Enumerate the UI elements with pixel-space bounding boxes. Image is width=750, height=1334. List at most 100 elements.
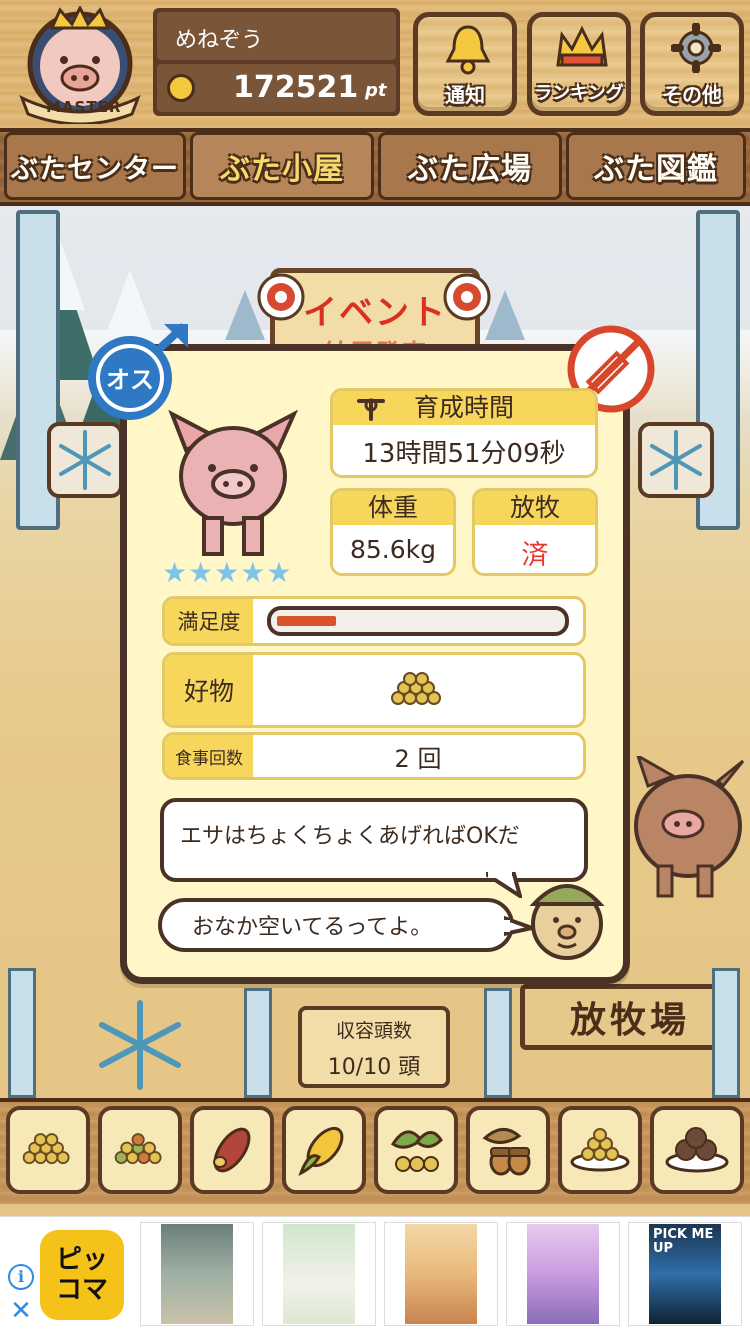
snowflake-gate-icon bbox=[99, 1000, 181, 1090]
male-badge: オス bbox=[86, 322, 196, 422]
food-slot-6[interactable] bbox=[466, 1106, 550, 1194]
favorite-food-label: 好物 bbox=[165, 655, 253, 725]
gender-label: オス bbox=[106, 366, 154, 394]
piccoma-logo[interactable]: ピッ コマ bbox=[40, 1230, 124, 1320]
raising-time-header: 育成時間 bbox=[333, 391, 595, 425]
food-slot-7[interactable] bbox=[558, 1106, 642, 1194]
ad-thumbnail[interactable] bbox=[506, 1222, 620, 1326]
manga-cover-2 bbox=[283, 1224, 355, 1324]
piccoma-logo-bottom: コマ bbox=[55, 1275, 108, 1305]
capacity-title: 収容頭数 bbox=[335, 1020, 412, 1042]
tab-buta-hut-label: ぶた小屋 bbox=[220, 152, 344, 187]
points-unit: pt bbox=[365, 80, 387, 101]
tab-buta-encyclopedia[interactable]: ぶた図鑑 bbox=[566, 132, 746, 200]
satisfaction-bar bbox=[253, 599, 583, 643]
username-field: めねぞう bbox=[157, 12, 396, 60]
rose-icon bbox=[443, 273, 491, 321]
info-icon[interactable]: i bbox=[8, 1264, 34, 1290]
grain-pile-icon bbox=[22, 1133, 70, 1165]
snowflake-ornament-left bbox=[47, 422, 123, 498]
food-slot-3[interactable] bbox=[190, 1106, 274, 1194]
satisfaction-bar-fill bbox=[277, 616, 336, 626]
favorite-food-row: 好物 bbox=[162, 652, 586, 728]
manga-cover-5: PICK ME UP bbox=[649, 1224, 721, 1324]
advice-text: エサはちょくちょくあげればOKだ bbox=[180, 824, 520, 849]
settings-button[interactable]: その他 bbox=[640, 12, 744, 116]
brown-pig-icon bbox=[634, 756, 745, 898]
raising-time-label: 育成時間 bbox=[413, 393, 514, 422]
satisfaction-label: 満足度 bbox=[165, 599, 253, 643]
settings-label: その他 bbox=[662, 83, 722, 107]
food-slot-5[interactable] bbox=[374, 1106, 458, 1194]
manga-cover-1 bbox=[161, 1224, 233, 1324]
grain-pile-icon bbox=[391, 672, 441, 705]
notification-button[interactable]: 通知 bbox=[413, 12, 517, 116]
weight-value: 85.6kg bbox=[349, 535, 436, 564]
ad-thumbnail[interactable] bbox=[384, 1222, 498, 1326]
points-field: 172521 pt bbox=[157, 64, 396, 112]
bell-icon bbox=[445, 25, 491, 75]
coin-icon bbox=[167, 74, 195, 102]
tab-buta-center[interactable]: ぶたセンター bbox=[4, 132, 186, 200]
bubble-tail bbox=[486, 872, 522, 898]
advice-bubble: エサはちょくちょくあげればOKだ bbox=[160, 798, 588, 882]
master-badge-label: MASTER bbox=[46, 98, 122, 116]
raising-time-value: 13時間51分09秒 bbox=[362, 439, 566, 469]
favorite-food-value bbox=[253, 655, 583, 725]
grazing-value: 済 bbox=[521, 540, 549, 571]
gear-icon bbox=[671, 23, 721, 73]
ranking-button[interactable]: ランキング bbox=[527, 12, 631, 116]
capacity-sign: 収容頭数 10/10 頭 bbox=[298, 1006, 450, 1088]
grazing-label: 放牧 bbox=[475, 491, 595, 525]
status-text: おなか空いてるってよ。 bbox=[192, 915, 433, 940]
ad-thumbnail[interactable]: PICK ME UP bbox=[628, 1222, 742, 1326]
meal-count-label: 食事回数 bbox=[165, 735, 253, 777]
food-slot-8[interactable] bbox=[650, 1106, 744, 1194]
satisfaction-bar-track bbox=[267, 606, 569, 636]
tab-buta-plaza[interactable]: ぶた広場 bbox=[378, 132, 562, 200]
master-badge[interactable]: MASTER bbox=[12, 4, 148, 126]
meal-count-value: 2 回 bbox=[394, 744, 442, 773]
crown-icon bbox=[556, 25, 608, 67]
ad-thumbnail[interactable] bbox=[262, 1222, 376, 1326]
raising-time-box: 育成時間 13時間51分09秒 bbox=[330, 388, 598, 478]
meatball-plate-icon bbox=[665, 1127, 729, 1173]
mixed-grain-icon bbox=[114, 1133, 162, 1165]
tab-buta-center-label: ぶたセンター bbox=[11, 153, 179, 185]
farmer-avatar-icon bbox=[529, 884, 605, 960]
rose-icon bbox=[257, 273, 305, 321]
pasture-sign[interactable]: 放牧場 bbox=[520, 984, 740, 1050]
user-info-panel: めねぞう 172521 pt bbox=[153, 8, 400, 116]
weight-box: 体重 85.6kg bbox=[330, 488, 456, 576]
weight-label: 体重 bbox=[333, 491, 453, 525]
tab-buta-encyclopedia-label: ぶた図鑑 bbox=[594, 152, 718, 187]
manga-cover-3 bbox=[405, 1224, 477, 1324]
pasture-sign-label: 放牧場 bbox=[569, 1000, 690, 1041]
username: めねぞう bbox=[175, 28, 264, 53]
points-value: 172521 bbox=[233, 70, 359, 105]
capacity-value: 10/10 頭 bbox=[327, 1055, 421, 1080]
close-icon[interactable]: ✕ bbox=[8, 1298, 34, 1324]
manga-cover-5-title: PICK ME UP bbox=[653, 1227, 714, 1256]
ad-thumbnail[interactable] bbox=[140, 1222, 254, 1326]
hourglass-icon bbox=[357, 398, 385, 421]
meal-count-row: 食事回数 2 回 bbox=[162, 732, 586, 780]
pink-pig-icon bbox=[168, 410, 298, 556]
piccoma-logo-top: ピッ bbox=[55, 1245, 108, 1275]
notification-label: 通知 bbox=[445, 83, 485, 107]
tab-buta-hut[interactable]: ぶた小屋 bbox=[190, 132, 374, 200]
manga-cover-4 bbox=[527, 1224, 599, 1324]
acorn-icon bbox=[482, 1128, 531, 1176]
beans-leaf-icon bbox=[390, 1130, 443, 1172]
tab-buta-plaza-label: ぶた広場 bbox=[408, 152, 532, 187]
food-slot-4[interactable] bbox=[282, 1106, 366, 1194]
food-slot-2[interactable] bbox=[98, 1106, 182, 1194]
corn-icon bbox=[298, 1126, 344, 1177]
snowflake-ornament-right bbox=[638, 422, 714, 498]
satisfaction-row: 満足度 bbox=[162, 596, 586, 646]
food-slot-1[interactable] bbox=[6, 1106, 90, 1194]
grain-plate-icon bbox=[570, 1128, 630, 1172]
status-bubble: おなか空いてるってよ。 bbox=[158, 898, 514, 952]
grazing-box: 放牧 済 bbox=[472, 488, 598, 576]
ranking-label: ランキング bbox=[534, 83, 624, 104]
